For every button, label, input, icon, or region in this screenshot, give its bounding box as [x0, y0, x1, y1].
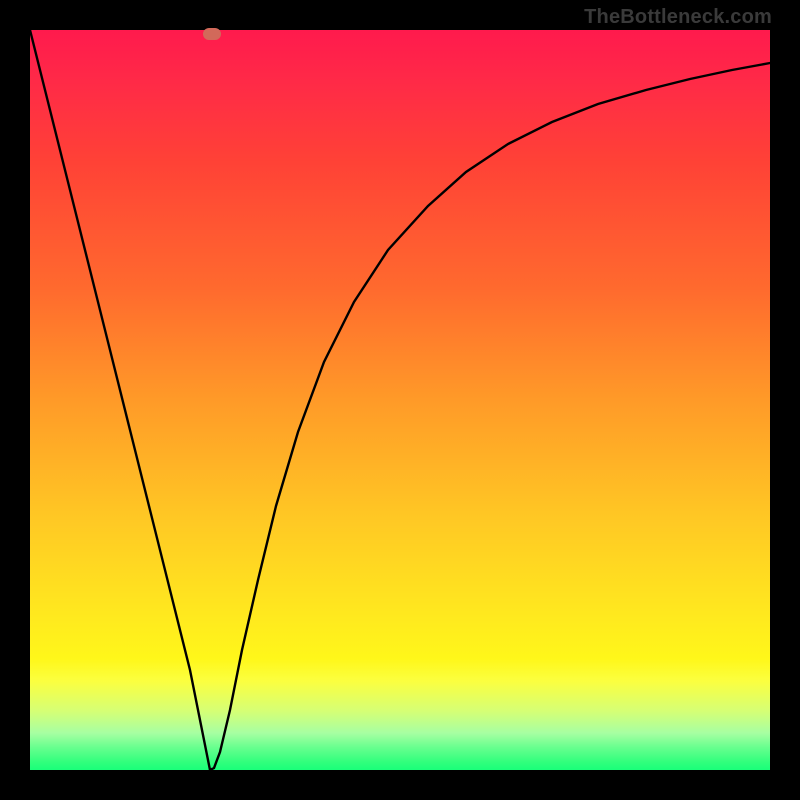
bottleneck-curve: [30, 30, 770, 770]
attribution-text: TheBottleneck.com: [584, 6, 772, 29]
curve-min-marker: [203, 28, 221, 40]
